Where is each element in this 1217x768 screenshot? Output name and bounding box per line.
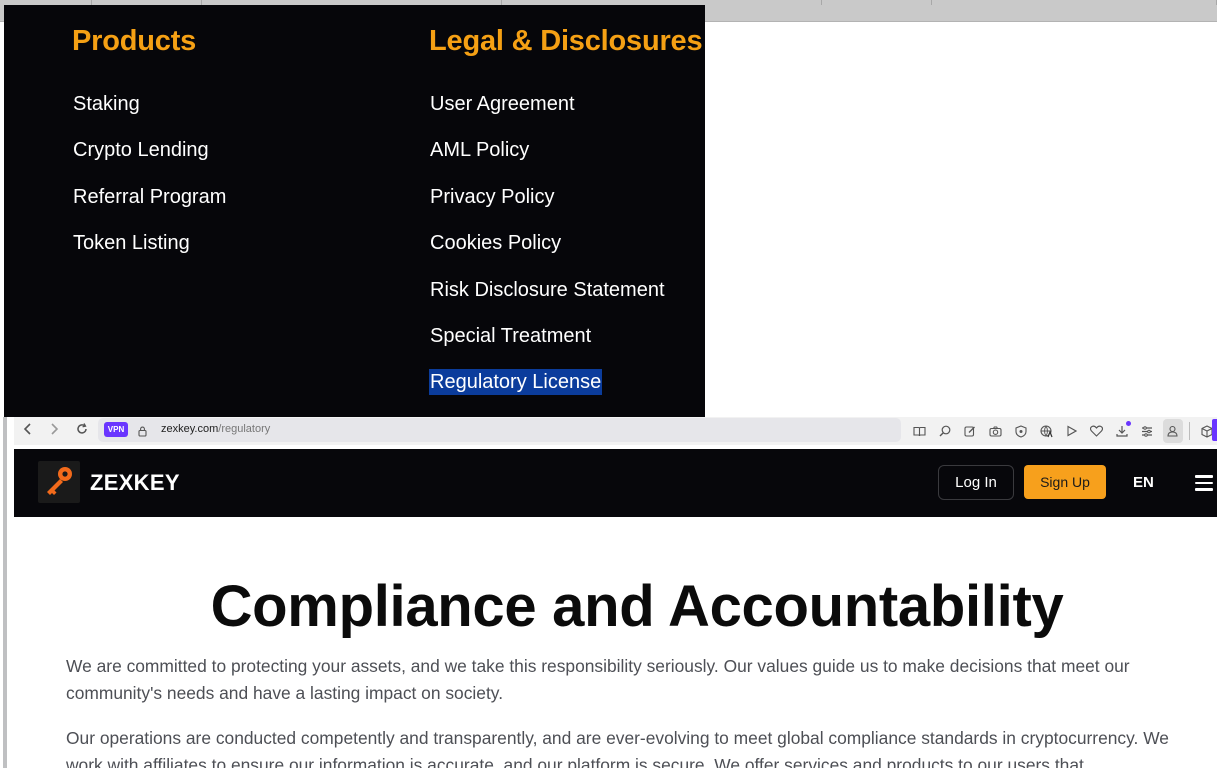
url-text[interactable]: zexkey.com/regulatory [161,423,270,435]
footer-link-crypto-lending[interactable]: Crypto Lending [72,137,210,163]
camera-icon[interactable] [983,419,1008,443]
intro-paragraph: We are committed to protecting your asse… [66,656,1130,703]
footer-link-regulatory-license[interactable]: Regulatory License [429,369,603,396]
strip-segment [822,0,932,5]
list-item: Regulatory License [429,369,666,415]
reader-icon[interactable] [907,419,932,443]
footer-link-referral-program[interactable]: Referral Program [72,184,227,210]
translate-icon[interactable] [1033,419,1058,443]
toolbar-separator [1189,422,1191,440]
signup-button[interactable]: Sign Up [1024,465,1106,499]
zoom-icon[interactable] [932,419,957,443]
lock-icon[interactable] [138,424,147,437]
url-domain: zexkey.com [161,423,219,435]
operations-paragraph: Our operations are conducted competently… [66,728,1169,768]
footer-link-staking[interactable]: Staking [72,91,141,117]
list-item: User Agreement [429,91,666,137]
settings-list-icon[interactable] [1135,419,1160,443]
footer-link-special-treatment[interactable]: Special Treatment [429,323,592,349]
edit-icon[interactable] [958,419,983,443]
forward-icon[interactable] [44,421,64,441]
sidebar-accent[interactable] [1212,419,1217,441]
footer-link-user-agreement[interactable]: User Agreement [429,91,576,117]
login-button[interactable]: Log In [938,465,1014,500]
list-item: Risk Disclosure Statement [429,277,666,323]
language-selector[interactable]: EN [1133,474,1154,491]
url-path: /regulatory [218,423,271,435]
window-left-edge [0,417,14,768]
profile-icon[interactable] [1162,419,1183,443]
toolbar-icons [907,417,1217,445]
menu-bar [1195,475,1213,478]
products-list: Staking Crypto Lending Referral Program … [72,91,227,277]
strip-segment [932,0,1217,5]
site-header: ZEXKEY Log In Sign Up EN [14,449,1217,517]
footer-link-risk-disclosure[interactable]: Risk Disclosure Statement [429,277,666,303]
download-icon[interactable] [1109,419,1134,443]
list-item: Token Listing [72,230,227,276]
reload-icon[interactable] [72,421,92,441]
list-item: Crypto Lending [72,137,227,183]
address-bar[interactable]: VPN zexkey.com/regulatory [98,418,901,442]
hamburger-menu-icon[interactable] [1195,475,1213,491]
browser-toolbar: VPN zexkey.com/regulatory [14,417,1217,445]
list-item: Privacy Policy [429,184,666,230]
list-item: Cookies Policy [429,230,666,276]
list-item: Staking [72,91,227,137]
play-icon[interactable] [1059,419,1084,443]
main-content: Compliance and Accountability We are com… [14,517,1217,768]
back-icon[interactable] [18,421,38,441]
heart-icon[interactable] [1084,419,1109,443]
brand-name[interactable]: ZEXKEY [90,470,180,496]
legal-heading: Legal & Disclosures [429,25,703,57]
menu-bar [1195,488,1213,491]
key-icon [47,467,72,495]
vpn-badge[interactable]: VPN [104,422,128,437]
menu-bar [1195,481,1213,484]
notification-dot [1125,421,1131,426]
footer-menu-panel: Products Staking Crypto Lending Referral… [4,5,705,417]
footer-link-cookies-policy[interactable]: Cookies Policy [429,230,562,256]
legal-list: User Agreement AML Policy Privacy Policy… [429,91,666,416]
list-item: Referral Program [72,184,227,230]
brand-logo[interactable] [38,461,80,503]
products-heading: Products [72,25,197,57]
footer-link-privacy-policy[interactable]: Privacy Policy [429,184,555,210]
page-title: Compliance and Accountability [210,574,1064,639]
footer-link-token-listing[interactable]: Token Listing [72,230,191,256]
window-border [3,417,7,768]
list-item: AML Policy [429,137,666,183]
list-item: Special Treatment [429,323,666,369]
shield-icon[interactable] [1008,419,1033,443]
footer-link-aml-policy[interactable]: AML Policy [429,137,530,163]
